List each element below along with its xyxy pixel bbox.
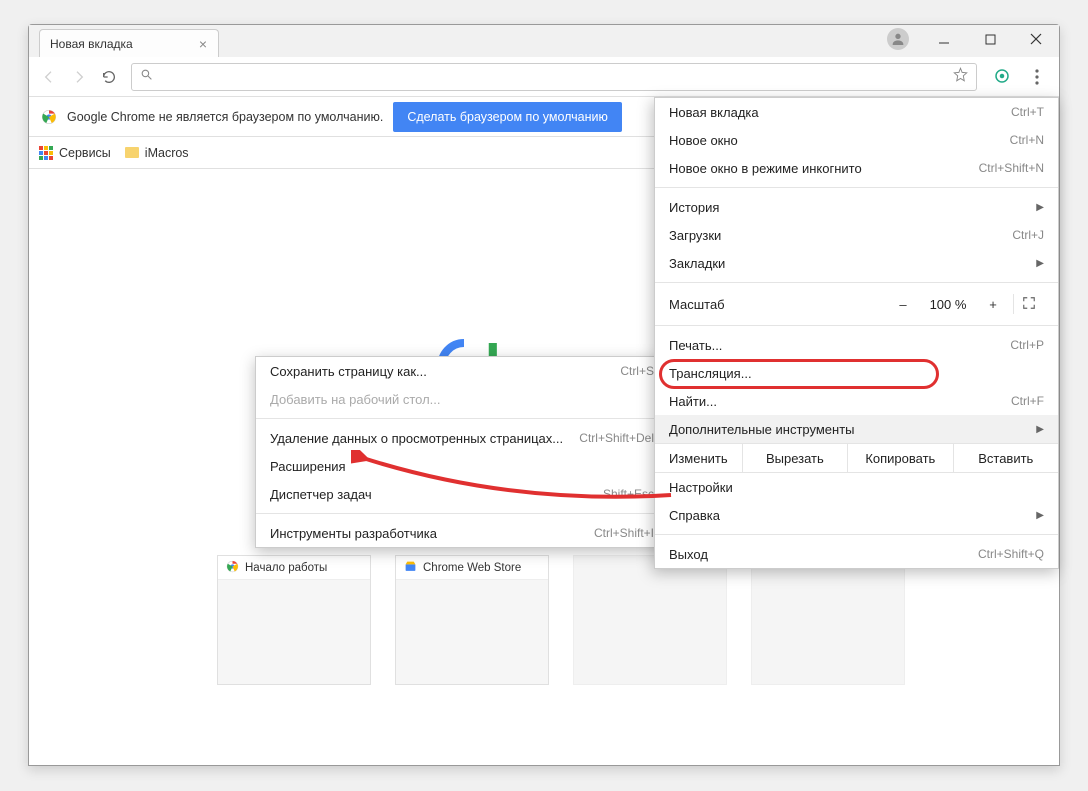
- omnibox[interactable]: [131, 63, 977, 91]
- submenu-save-page-as[interactable]: Сохранить страницу как...Ctrl+S: [256, 357, 668, 385]
- submenu-dev-tools[interactable]: Инструменты разработчикаCtrl+Shift+I: [256, 519, 668, 547]
- reload-button[interactable]: [97, 65, 121, 89]
- back-button[interactable]: [37, 65, 61, 89]
- submenu-add-to-desktop: Добавить на рабочий стол...: [256, 385, 668, 413]
- search-icon: [140, 68, 153, 86]
- zoom-out-button[interactable]: –: [883, 297, 923, 312]
- profile-icon[interactable]: [887, 28, 909, 50]
- chrome-icon: [41, 109, 57, 125]
- menu-incognito[interactable]: Новое окно в режиме инкогнитоCtrl+Shift+…: [655, 154, 1058, 182]
- window-controls: [887, 25, 1059, 53]
- forward-button[interactable]: [67, 65, 91, 89]
- infobar-text: Google Chrome не является браузером по у…: [67, 110, 383, 124]
- chevron-right-icon: ▶: [1036, 510, 1044, 521]
- extension-icon[interactable]: [993, 67, 1013, 87]
- menu-print[interactable]: Печать...Ctrl+P: [655, 331, 1058, 359]
- apps-shortcut[interactable]: Сервисы: [39, 146, 111, 160]
- menu-downloads[interactable]: ЗагрузкиCtrl+J: [655, 221, 1058, 249]
- more-tools-submenu: Сохранить страницу как...Ctrl+S Добавить…: [255, 356, 669, 548]
- browser-window: Новая вкладка ×: [28, 24, 1060, 766]
- thumb-empty[interactable]: [751, 555, 905, 685]
- menu-cast[interactable]: Трансляция...: [655, 359, 1058, 387]
- submenu-extensions[interactable]: Расширения: [256, 452, 668, 480]
- folder-label: iMacros: [145, 146, 189, 160]
- menu-history[interactable]: История▶: [655, 193, 1058, 221]
- tab-title: Новая вкладка: [50, 37, 198, 51]
- submenu-task-manager[interactable]: Диспетчер задачShift+Esc: [256, 480, 668, 508]
- close-window-button[interactable]: [1013, 25, 1059, 53]
- tab-new[interactable]: Новая вкладка ×: [39, 29, 219, 57]
- menu-bookmarks[interactable]: Закладки▶: [655, 249, 1058, 277]
- tab-bar: Новая вкладка ×: [29, 25, 1059, 57]
- edit-paste[interactable]: Вставить: [953, 444, 1058, 472]
- thumb-label: Начало работы: [245, 562, 327, 574]
- zoom-value: 100 %: [923, 297, 973, 312]
- mv-thumbnails: Начало работы Chrome Web Store: [217, 555, 905, 685]
- chevron-right-icon: ▶: [1036, 258, 1044, 269]
- menu-settings[interactable]: Настройки: [655, 473, 1058, 501]
- fullscreen-icon[interactable]: [1014, 296, 1044, 313]
- folder-icon: [125, 147, 139, 158]
- url-input[interactable]: [159, 69, 947, 84]
- menu-edit-row: Изменить Вырезать Копировать Вставить: [655, 443, 1058, 473]
- thumb-web-store[interactable]: Chrome Web Store: [395, 555, 549, 685]
- apps-icon: [39, 146, 53, 160]
- chevron-right-icon: ▶: [1036, 424, 1044, 435]
- webstore-icon: [404, 560, 417, 576]
- menu-exit[interactable]: ВыходCtrl+Shift+Q: [655, 540, 1058, 568]
- menu-find[interactable]: Найти...Ctrl+F: [655, 387, 1058, 415]
- bookmark-folder-imacros[interactable]: iMacros: [125, 146, 189, 160]
- menu-more-tools[interactable]: Дополнительные инструменты▶: [655, 415, 1058, 443]
- submenu-clear-browsing-data[interactable]: Удаление данных о просмотренных страница…: [256, 424, 668, 452]
- edit-copy[interactable]: Копировать: [847, 444, 952, 472]
- zoom-in-button[interactable]: +: [973, 297, 1013, 312]
- apps-label: Сервисы: [59, 146, 111, 160]
- thumb-empty[interactable]: [573, 555, 727, 685]
- edit-cut[interactable]: Вырезать: [742, 444, 847, 472]
- thumb-label: Chrome Web Store: [423, 562, 521, 574]
- menu-help[interactable]: Справка▶: [655, 501, 1058, 529]
- set-default-button[interactable]: Сделать браузером по умолчанию: [393, 102, 622, 132]
- close-icon[interactable]: ×: [198, 39, 208, 49]
- maximize-button[interactable]: [967, 25, 1013, 53]
- thumb-getting-started[interactable]: Начало работы: [217, 555, 371, 685]
- menu-zoom: Масштаб – 100 % +: [655, 288, 1058, 320]
- main-menu-button[interactable]: [1023, 63, 1051, 91]
- chrome-main-menu: Новая вкладкаCtrl+T Новое окноCtrl+N Нов…: [654, 97, 1059, 569]
- toolbar: [29, 57, 1059, 97]
- minimize-button[interactable]: [921, 25, 967, 53]
- menu-new-tab[interactable]: Новая вкладкаCtrl+T: [655, 98, 1058, 126]
- bookmark-star-icon[interactable]: [953, 67, 968, 87]
- chrome-icon: [226, 560, 239, 576]
- menu-new-window[interactable]: Новое окноCtrl+N: [655, 126, 1058, 154]
- chevron-right-icon: ▶: [1036, 202, 1044, 213]
